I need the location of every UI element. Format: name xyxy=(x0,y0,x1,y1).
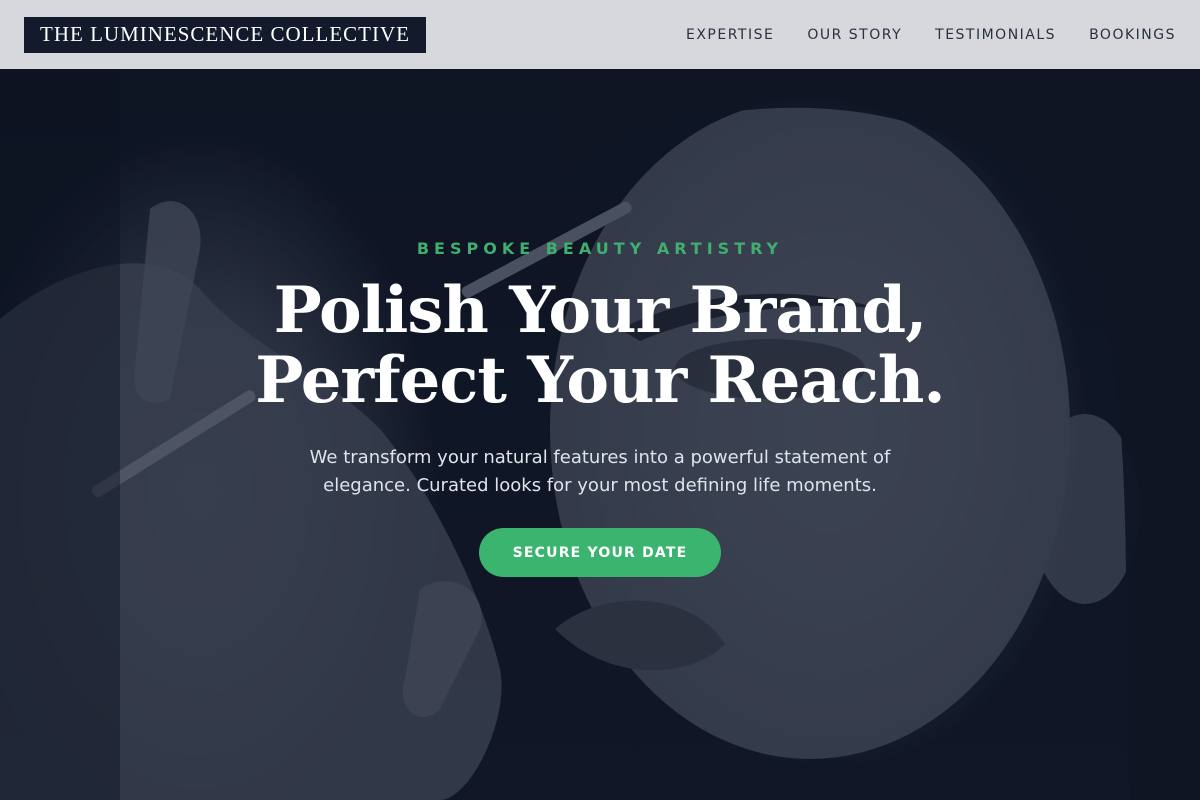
hero-headline: Polish Your Brand, Perfect Your Reach. xyxy=(0,276,1200,416)
hero-content: BESPOKE BEAUTY ARTISTRY Polish Your Bran… xyxy=(0,69,1200,800)
brand-logo[interactable]: THE LUMINESCENCE COLLECTIVE xyxy=(24,16,426,53)
nav-our-story[interactable]: OUR STORY xyxy=(807,27,902,43)
nav-bookings[interactable]: BOOKINGS xyxy=(1089,27,1176,43)
secure-date-button[interactable]: SECURE YOUR DATE xyxy=(479,528,721,577)
main-nav: EXPERTISE OUR STORY TESTIMONIALS BOOKING… xyxy=(686,27,1176,43)
nav-expertise[interactable]: EXPERTISE xyxy=(686,27,774,43)
site-header: THE LUMINESCENCE COLLECTIVE EXPERTISE OU… xyxy=(0,0,1200,69)
hero-eyebrow: BESPOKE BEAUTY ARTISTRY xyxy=(416,239,784,258)
headline-line-2: Perfect Your Reach. xyxy=(255,343,945,418)
nav-testimonials[interactable]: TESTIMONIALS xyxy=(935,27,1056,43)
hero-section: BESPOKE BEAUTY ARTISTRY Polish Your Bran… xyxy=(0,69,1200,800)
hero-subtitle: We transform your natural features into … xyxy=(309,447,891,496)
headline-line-1: Polish Your Brand, xyxy=(273,273,928,348)
